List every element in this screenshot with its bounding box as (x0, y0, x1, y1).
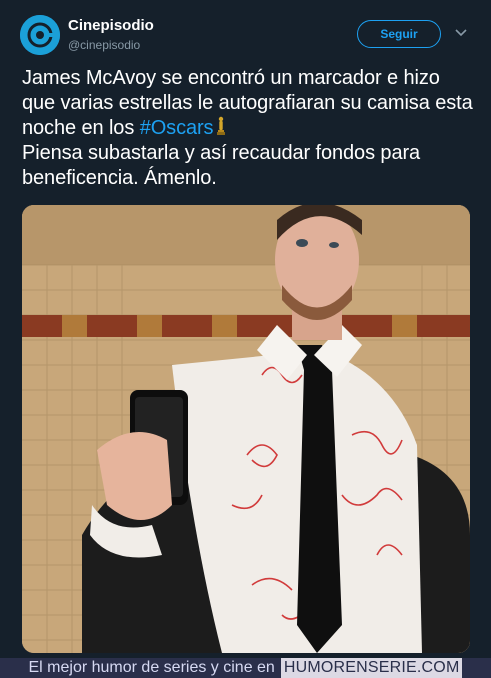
account-avatar[interactable] (20, 15, 60, 55)
tweet-text-part2: Piensa subastarla y así recaudar fondos … (22, 142, 421, 189)
film-reel-icon (20, 15, 60, 55)
tweet-text-part1: James McAvoy se encontró un marcador e h… (22, 67, 473, 139)
footer-banner: El mejor humor de series y cine en HUMOR… (0, 658, 491, 678)
chevron-down-icon[interactable] (454, 28, 468, 38)
tweet-header: Cinepisodio @cinepisodio Seguir (0, 0, 491, 62)
account-name[interactable]: Cinepisodio (68, 17, 154, 34)
footer-brand-link[interactable]: HUMORENSERIE.COM (280, 658, 463, 678)
footer-tagline: El mejor humor de series y cine en (28, 659, 275, 676)
hashtag-link[interactable]: #Oscars (140, 117, 214, 139)
account-handle[interactable]: @cinepisodio (68, 38, 140, 52)
trophy-icon (217, 116, 226, 135)
tweet-text: James McAvoy se encontró un marcador e h… (22, 66, 477, 191)
tweet-photo[interactable] (22, 205, 470, 653)
selfie-image (22, 205, 470, 653)
follow-button[interactable]: Seguir (357, 20, 441, 48)
